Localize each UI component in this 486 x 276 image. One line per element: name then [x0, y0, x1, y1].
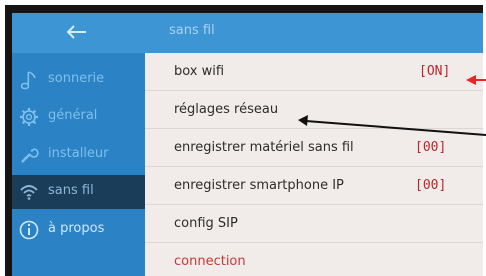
materiel-count-value: [00] — [415, 140, 447, 155]
sidebar-item-sans-fil[interactable]: sans fil — [12, 175, 145, 209]
sidebar-item-label: installeur — [48, 146, 109, 161]
back-button[interactable] — [12, 13, 145, 53]
sidebar-item-label: sans fil — [48, 183, 94, 198]
setting-label: box wifi — [174, 64, 225, 79]
box-wifi-status-value[interactable]: [ON] — [419, 64, 450, 79]
setting-enregistrer-smartphone[interactable]: enregistrer smartphone IP [00] — [145, 167, 483, 205]
setting-enregistrer-materiel[interactable]: enregistrer matériel sans fil [00] — [145, 129, 483, 167]
sidebar-item-label: sonnerie — [48, 71, 105, 86]
setting-connection[interactable]: connection — [145, 243, 483, 276]
page-title: sans fil — [169, 23, 215, 38]
sidebar-item-a-propos[interactable]: à propos — [12, 213, 145, 247]
setting-reglages-reseau[interactable]: réglages réseau — [145, 91, 483, 129]
gear-icon — [20, 108, 38, 126]
info-icon — [19, 220, 39, 240]
music-note-icon — [20, 71, 36, 90]
settings-list: box wifi [ON] réglages réseau enregistre… — [145, 53, 483, 276]
setting-label: enregistrer smartphone IP — [174, 178, 344, 193]
sidebar-item-sonnerie[interactable]: sonnerie — [12, 63, 145, 97]
sidebar-item-installeur[interactable]: installeur — [12, 138, 145, 172]
sidebar-item-label: à propos — [48, 221, 105, 236]
wrench-icon — [21, 148, 39, 163]
sidebar-item-general[interactable]: général — [12, 100, 145, 134]
setting-label: connection — [174, 254, 246, 269]
arrow-left-icon — [66, 25, 86, 39]
setting-label: config SIP — [174, 216, 238, 231]
setting-label: réglages réseau — [174, 102, 279, 117]
page-header: sans fil — [145, 13, 483, 53]
device-screen: sonnerie général installeur sans fil à p… — [12, 13, 483, 276]
setting-box-wifi[interactable]: box wifi [ON] — [145, 53, 483, 91]
setting-label: enregistrer matériel sans fil — [174, 140, 354, 155]
setting-config-sip[interactable]: config SIP — [145, 205, 483, 243]
smartphone-count-value: [00] — [415, 178, 447, 193]
sidebar-item-label: général — [48, 108, 98, 123]
device-bezel: sonnerie général installeur sans fil à p… — [5, 5, 483, 276]
wifi-icon — [20, 185, 38, 200]
sidebar: sonnerie général installeur sans fil à p… — [12, 13, 145, 276]
